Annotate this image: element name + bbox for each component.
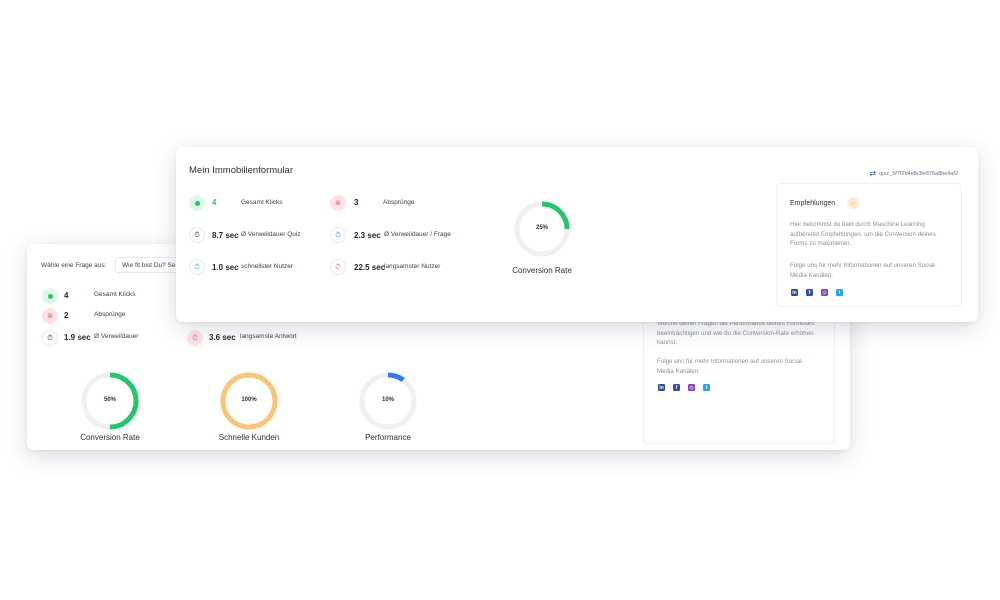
question-select[interactable]: Wie fit bist Du? Se bbox=[115, 257, 185, 273]
stat-value: 2 bbox=[64, 311, 69, 320]
stat-label: Ø Verweildauer bbox=[94, 333, 139, 340]
recommendations-follow-text: Folge uns für mehr Informationen auf uns… bbox=[657, 358, 804, 375]
stat-value: 3 bbox=[354, 198, 359, 207]
linkedin-icon[interactable]: in bbox=[791, 289, 798, 296]
donut-label: Performance bbox=[365, 433, 411, 442]
recommendations-text: Welche deiner Fragen die Performance dei… bbox=[657, 320, 815, 346]
timer-fast-icon: ⏱ bbox=[189, 259, 205, 275]
timer-slow-icon: ⏱ bbox=[330, 259, 346, 275]
donut-label: Conversion Rate bbox=[512, 266, 572, 275]
stat-label: Ø Verweildauer / Frage bbox=[384, 231, 451, 238]
bounce-icon: ⊗ bbox=[42, 308, 58, 324]
lightbulb-icon: ☼ bbox=[847, 197, 859, 209]
quiz-id: quiz_5f7f2b4efb3fe876a8be4af2 bbox=[879, 170, 958, 177]
stat-label: Absprünge bbox=[383, 199, 415, 206]
donut-label: Conversion Rate bbox=[80, 433, 140, 442]
stat-label: Gesamt Klicks bbox=[94, 291, 136, 298]
stat-label: Ø Verweildauer Quiz bbox=[241, 231, 301, 238]
stat-value: 8.7 sec bbox=[212, 231, 239, 240]
link-icon: ⇄ bbox=[869, 169, 877, 178]
stat-value: 22.5 sec bbox=[354, 263, 386, 272]
recommendations-text: Hier bekommst du bald durch Maschine Lea… bbox=[790, 221, 936, 247]
question-select-value: Wie fit bist Du? Se bbox=[122, 262, 176, 269]
donut-center: 10% bbox=[381, 397, 394, 403]
donut-center: 50% bbox=[103, 397, 116, 403]
stat-value: 2.3 sec bbox=[354, 231, 381, 240]
quiz-id-row[interactable]: ⇄ quiz_5f7f2b4efb3fe876a8be4af2 bbox=[869, 169, 958, 178]
recommendations-panel: Empfehlungen ☼ Hier bekommst du bald dur… bbox=[776, 183, 962, 307]
form-title: Mein Immobilienformular bbox=[189, 165, 294, 176]
twitter-icon[interactable]: t bbox=[836, 289, 843, 296]
stat-label: langsamster Nutzer bbox=[384, 263, 441, 270]
timer-icon: ⏱ bbox=[42, 330, 58, 346]
stat-label: schnellster Nutzer bbox=[241, 263, 294, 270]
linkedin-icon[interactable]: in bbox=[658, 384, 665, 391]
front-analytics-card: Mein Immobilienformular ⇄ quiz_5f7f2b4ef… bbox=[176, 147, 978, 322]
recommendations-follow-text: Folge uns für mehr Informationen auf uns… bbox=[790, 262, 937, 279]
stat-value: 1.9 sec bbox=[64, 333, 91, 342]
donut-label: Schnelle Kunden bbox=[218, 433, 280, 442]
stat-label: Gesamt Klicks bbox=[241, 199, 283, 206]
stat-value: 1.0 sec bbox=[212, 263, 239, 272]
donut-center: 100% bbox=[241, 397, 257, 403]
clicks-icon bbox=[189, 195, 205, 211]
timer-icon: ⏱ bbox=[330, 227, 346, 243]
facebook-icon[interactable]: f bbox=[673, 384, 680, 391]
timer-slow-icon: ⏱ bbox=[187, 330, 203, 346]
twitter-icon[interactable]: t bbox=[703, 384, 710, 391]
instagram-icon[interactable]: ◎ bbox=[688, 384, 695, 391]
stat-value: 3.6 sec bbox=[209, 333, 236, 342]
instagram-icon[interactable]: ◎ bbox=[821, 289, 828, 296]
question-select-label: Wähle eine Frage aus: bbox=[41, 262, 107, 269]
bounce-icon: ⊗ bbox=[330, 195, 346, 211]
stat-label: Absprünge bbox=[94, 311, 126, 318]
clicks-icon bbox=[42, 288, 58, 304]
facebook-icon[interactable]: f bbox=[806, 289, 813, 296]
stat-label: langsamste Antwort bbox=[240, 333, 297, 340]
stat-value: 4 bbox=[64, 291, 69, 300]
stat-value: 4 bbox=[212, 198, 217, 207]
recommendations-title: Empfehlungen bbox=[790, 200, 836, 207]
timer-icon: ⏱ bbox=[189, 227, 205, 243]
recommendations-panel: Welche deiner Fragen die Performance dei… bbox=[643, 304, 835, 444]
donut-center: 25% bbox=[535, 225, 548, 231]
